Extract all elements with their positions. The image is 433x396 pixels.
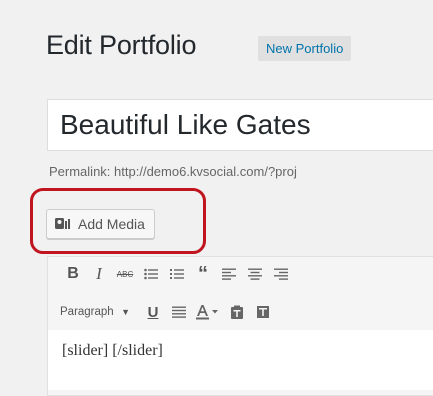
toolbar-row-2: Paragraph ▼ U xyxy=(60,298,276,326)
add-media-button[interactable]: Add Media xyxy=(46,209,155,239)
format-select[interactable]: Paragraph ▼ xyxy=(60,300,136,324)
underline-icon[interactable]: U xyxy=(140,299,166,325)
add-new-portfolio-button[interactable]: New Portfolio xyxy=(258,36,352,61)
strikethrough-icon[interactable]: ABC xyxy=(112,261,138,287)
bold-icon[interactable]: B xyxy=(60,261,86,287)
align-right-icon[interactable] xyxy=(268,261,294,287)
justify-icon[interactable] xyxy=(166,299,192,325)
text-color-icon[interactable] xyxy=(192,299,224,325)
align-left-icon[interactable] xyxy=(216,261,242,287)
align-center-icon[interactable] xyxy=(242,261,268,287)
format-select-value: Paragraph xyxy=(60,306,114,318)
italic-icon[interactable]: I xyxy=(86,261,112,287)
media-icon xyxy=(55,218,70,229)
add-media-label: Add Media xyxy=(78,216,145,232)
blockquote-icon[interactable]: “ xyxy=(190,261,216,287)
page-title: Edit Portfolio xyxy=(46,30,197,60)
permalink-url[interactable]: http://demo6.kvsocial.com/?proj xyxy=(114,164,297,179)
numbered-list-icon[interactable] xyxy=(164,261,190,287)
editor-content[interactable]: [slider] [/slider] xyxy=(62,342,163,360)
permalink: Permalink: http://demo6.kvsocial.com/?pr… xyxy=(49,164,297,179)
bullet-list-icon[interactable] xyxy=(138,261,164,287)
permalink-label: Permalink: xyxy=(49,164,111,179)
post-title-input[interactable] xyxy=(47,99,433,151)
paste-as-text-icon[interactable] xyxy=(224,299,250,325)
toolbar-row-1: B I ABC “ xyxy=(60,260,294,288)
editor-content-area[interactable] xyxy=(48,330,433,390)
clear-formatting-icon[interactable] xyxy=(250,299,276,325)
chevron-down-icon: ▼ xyxy=(121,307,130,317)
